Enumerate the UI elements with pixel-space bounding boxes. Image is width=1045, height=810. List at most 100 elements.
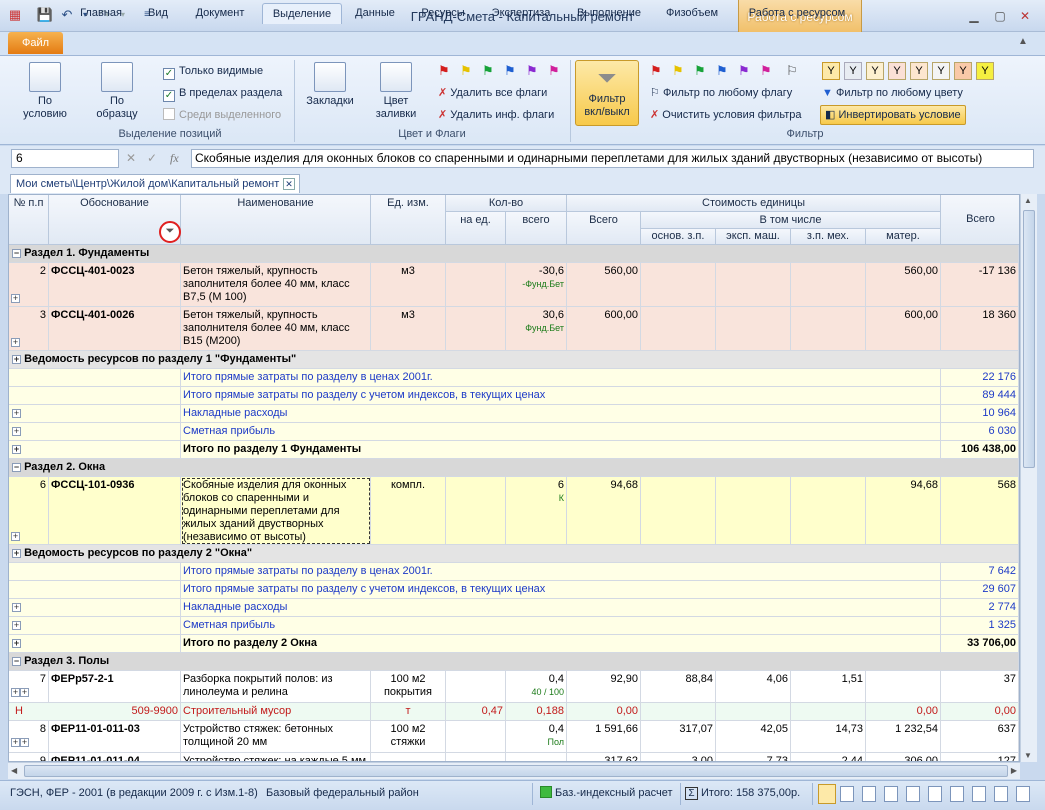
resource-row[interactable]: Н 509-9900 Строительный мусор т 0,47 0,1… — [9, 703, 1019, 721]
summary-row[interactable]: Итого прямые затраты по разделу с учетом… — [9, 387, 1019, 405]
resource-statement-row[interactable]: + Ведомость ресурсов по разделу 1 "Фунда… — [9, 351, 1019, 369]
table-row-selected[interactable]: 6 + ФССЦ-101-0936 Скобяные изделия для ок… — [9, 477, 1019, 545]
collapse-icon[interactable]: − — [12, 248, 21, 258]
col-total-header[interactable]: Всего — [567, 212, 641, 245]
col-qty-header[interactable]: Кол-во — [446, 195, 567, 212]
summary-row[interactable]: + Сметная прибыль 1 325 — [9, 617, 1019, 635]
tab-data[interactable]: Данные — [350, 3, 400, 24]
filter-purple-flag-icon[interactable]: ⚑ — [738, 64, 752, 78]
invert-condition-button[interactable]: ◧ Инвертировать условие — [820, 105, 966, 125]
expand-icon[interactable]: + — [12, 426, 21, 436]
filter-red-flag-icon[interactable]: ⚑ — [650, 64, 664, 78]
table-row[interactable]: 3 + ФССЦ-401-0026 Бетон тяжелый, крупност… — [9, 307, 1019, 351]
view-export-icon[interactable] — [994, 786, 1008, 802]
tab-home[interactable]: Главная — [70, 3, 132, 24]
expand-icon[interactable]: + — [12, 620, 21, 630]
yellow-flag-icon[interactable]: ⚑ — [460, 64, 474, 78]
filter-any-flag-button[interactable]: ⚐ Фильтр по любому флагу — [650, 84, 792, 102]
formula-input[interactable]: Скобяные изделия для оконных блоков со с… — [191, 149, 1034, 168]
tab-resources[interactable]: Ресурсы — [414, 3, 472, 24]
summary-row[interactable]: + Сметная прибыль 6 030 — [9, 423, 1019, 441]
tab-expertise[interactable]: Экспертиза — [484, 3, 558, 24]
delete-info-flags-button[interactable]: ✗ Удалить инф. флаги — [438, 106, 554, 124]
section-row[interactable]: − Раздел 3. Полы — [9, 653, 1019, 671]
scroll-left-icon[interactable]: ◀ — [11, 766, 17, 775]
filter-blue-flag-icon[interactable]: ⚑ — [716, 64, 730, 78]
col-mech-header[interactable]: з.п. мех. — [791, 229, 866, 245]
col-name-header[interactable]: Наименование — [181, 195, 371, 245]
col-total2-header[interactable]: Всего — [941, 195, 1019, 245]
expand-icon[interactable]: + — [12, 444, 21, 454]
select-by-sample-button[interactable]: По образцу — [88, 62, 146, 121]
col-unit-header[interactable]: Ед. изм. — [371, 195, 446, 245]
blue-flag-icon[interactable]: ⚑ — [504, 64, 518, 78]
col-mach-header[interactable]: эксп. маш. — [716, 229, 791, 245]
delete-all-flags-button[interactable]: ✗ Удалить все флаги — [438, 84, 547, 102]
summary-row[interactable]: + Накладные расходы 2 774 — [9, 599, 1019, 617]
col-unit-cost-header[interactable]: Стоимость единицы — [567, 195, 941, 212]
document-tab[interactable]: Мои сметы\Центр\Жилой дом\Капитальный ре… — [10, 174, 300, 193]
col-qty-all-header[interactable]: всего — [506, 212, 567, 245]
maximize-icon[interactable]: ▢ — [991, 8, 1009, 24]
green-flag-icon[interactable]: ⚑ — [482, 64, 496, 78]
confirm-icon[interactable]: ✓ — [147, 151, 157, 165]
collapse-icon[interactable]: − — [12, 462, 21, 472]
table-row[interactable]: 7 + + ФЕРр57-2-1 Разборка покрытий полов: … — [9, 671, 1019, 703]
expand-icon[interactable]: + — [12, 638, 21, 648]
summary-row[interactable]: Итого прямые затраты по разделу с учетом… — [9, 581, 1019, 599]
section-row[interactable]: − Раздел 1. Фундаменты — [9, 245, 1019, 263]
tab-selection[interactable]: Выделение — [262, 3, 342, 24]
filter-color-yellow-icon[interactable]: Y — [976, 62, 994, 80]
purple-flag-icon[interactable]: ⚑ — [526, 64, 540, 78]
hscroll-thumb[interactable] — [24, 765, 1008, 777]
expand-icon[interactable]: + — [20, 687, 29, 697]
expand-icon[interactable]: + — [12, 408, 21, 418]
filter-color-orange-icon[interactable]: Y — [910, 62, 928, 80]
col-num-header[interactable]: № п.п — [9, 195, 49, 245]
horizontal-scrollbar[interactable]: ◀ ▶ — [8, 762, 1020, 779]
scroll-right-icon[interactable]: ▶ — [1011, 766, 1017, 775]
select-by-condition-button[interactable]: По условию — [14, 62, 76, 121]
expand-icon[interactable]: + — [20, 737, 29, 747]
status-calc-mode[interactable]: Баз.-индексный расчет — [540, 786, 672, 800]
filter-toggle-button[interactable]: ⏷ Фильтр вкл/выкл — [575, 60, 639, 126]
scroll-thumb[interactable] — [1023, 210, 1035, 468]
file-tab[interactable]: Файл — [8, 32, 63, 54]
tab-document[interactable]: Документ — [188, 3, 252, 24]
filter-color-cream-icon[interactable]: Y — [866, 62, 884, 80]
filter-yellow-flag-icon[interactable]: ⚑ — [672, 64, 686, 78]
collapse-icon[interactable]: − — [12, 656, 21, 666]
table-row[interactable]: 9 ФЕР11-01-011-04 Устройство стяжек: на … — [9, 753, 1019, 761]
summary-row[interactable]: + Накладные расходы 10 964 — [9, 405, 1019, 423]
col-qty-per-header[interactable]: на ед. — [446, 212, 506, 245]
expand-icon[interactable]: + — [11, 294, 20, 303]
view-alt-icon[interactable] — [950, 786, 964, 802]
estimate-grid[interactable]: № п.п Обоснование ⏷ Наименование Ед. изм… — [8, 194, 1020, 762]
col-mat-header[interactable]: матер. — [866, 229, 941, 245]
minimize-icon[interactable]: ▁ — [965, 8, 983, 24]
table-row[interactable]: 2 + ФССЦ-401-0023 Бетон тяжелый, крупност… — [9, 263, 1019, 307]
selected-cell[interactable]: Скобяные изделия для оконных блоков со с… — [181, 477, 371, 545]
filter-green-flag-icon[interactable]: ⚑ — [694, 64, 708, 78]
col-incl-header[interactable]: В том числе — [641, 212, 941, 229]
within-section-checkbox[interactable]: ✓ В пределах раздела — [163, 84, 282, 102]
expand-icon[interactable]: + — [12, 354, 21, 364]
scroll-up-icon[interactable]: ▲ — [1024, 196, 1032, 205]
among-selected-checkbox[interactable]: Среди выделенного — [163, 106, 281, 124]
expand-icon[interactable]: + — [11, 737, 20, 747]
function-icon[interactable]: fx — [170, 151, 179, 166]
vertical-scrollbar[interactable]: ▲ ▼ — [1020, 194, 1037, 762]
summary-row[interactable]: Итого прямые затраты по разделу в ценах … — [9, 563, 1019, 581]
filter-color-salmon-icon[interactable]: Y — [954, 62, 972, 80]
expand-icon[interactable]: + — [12, 602, 21, 612]
expand-icon[interactable]: + — [12, 548, 21, 558]
fill-color-button[interactable]: Цвет заливки — [368, 62, 424, 121]
expand-icon[interactable]: + — [11, 338, 20, 347]
filter-color-gray-icon[interactable]: Y — [844, 62, 862, 80]
filter-color-active-icon[interactable]: Y — [822, 62, 840, 80]
col-basis-header[interactable]: Обоснование ⏷ — [49, 195, 181, 245]
view-resources-icon[interactable] — [884, 786, 898, 802]
view-mode-icon[interactable] — [972, 786, 986, 802]
view-normal-icon[interactable] — [818, 784, 836, 804]
close-icon[interactable]: ✕ — [1016, 8, 1034, 24]
